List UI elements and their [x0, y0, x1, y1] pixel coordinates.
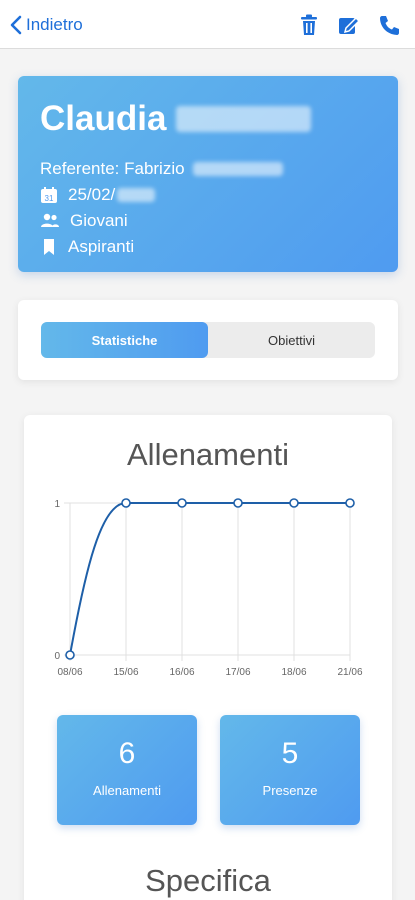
x-tick-label: 15/06: [113, 667, 138, 678]
y-tick-label: 1: [54, 499, 60, 510]
referente-label: Referente: Fabrizio: [40, 159, 185, 178]
referente-surname-redacted: [192, 162, 283, 176]
tab-statistiche[interactable]: Statistiche: [41, 322, 208, 358]
attendance-count: 5: [281, 737, 299, 770]
data-point: [233, 498, 243, 508]
trainings-count-tile: 6 Allenamenti: [57, 715, 197, 825]
birth-date-row: 31 25/02/: [40, 182, 376, 208]
back-label: Indietro: [26, 15, 83, 34]
x-tick-label: 17/06: [225, 667, 250, 678]
referente-row: Referente: Fabrizio: [40, 156, 376, 182]
birth-date: 25/02/: [68, 185, 116, 204]
attendance-count-tile: 5 Presenze: [220, 715, 360, 825]
edit-icon: [339, 16, 360, 34]
top-bar: Indietro: [0, 0, 415, 49]
data-point: [177, 498, 187, 508]
first-name: Claudia: [40, 99, 167, 138]
chart-title: Allenamenti: [127, 437, 289, 472]
stats-card: Allenamenti 0 1 08/06 15/06 16/06 17/06 18/06 2…: [24, 415, 392, 900]
profile-card: Claudia Referente: Fabrizio 31 25/02/ Gi…: [18, 76, 398, 272]
birth-year-redacted: [117, 188, 156, 202]
category-label: Aspiranti: [68, 237, 135, 256]
group-label: Giovani: [70, 211, 128, 230]
athlete-name: Claudia: [40, 96, 376, 142]
tab-obiettivi[interactable]: Obiettivi: [208, 322, 375, 358]
surname-redacted: [176, 106, 312, 132]
data-point: [345, 498, 355, 508]
x-tick-label: 18/06: [281, 667, 306, 678]
tabs-card: Statistiche Obiettivi: [18, 300, 398, 380]
group-row: Giovani: [40, 208, 376, 234]
svg-text:31: 31: [45, 194, 54, 203]
segmented-control: Statistiche Obiettivi: [41, 322, 375, 358]
trainings-count-label: Allenamenti: [93, 783, 161, 798]
phone-icon: [380, 16, 399, 35]
section-title: Specifica: [145, 863, 271, 898]
series-line: [69, 502, 350, 656]
trash-icon: [301, 14, 317, 35]
calendar-icon: 31: [41, 187, 57, 203]
delete-button[interactable]: [295, 12, 323, 38]
data-point: [121, 498, 131, 508]
trainings-line-chart: 0 1 08/06 15/06 16/06 17/06 18/06 21/06: [54, 498, 363, 678]
chevron-left-icon: [10, 15, 22, 35]
call-button[interactable]: [375, 12, 403, 38]
edit-button[interactable]: [335, 12, 363, 38]
bookmark-icon: [44, 239, 54, 255]
data-point: [289, 498, 299, 508]
x-tick-label: 08/06: [57, 667, 82, 678]
x-tick-label: 21/06: [337, 667, 362, 678]
attendance-count-label: Presenze: [262, 783, 318, 798]
data-point: [65, 650, 75, 660]
y-tick-label: 0: [54, 651, 60, 662]
back-button[interactable]: Indietro: [10, 12, 83, 38]
x-tick-label: 16/06: [169, 667, 194, 678]
category-row: Aspiranti: [40, 234, 376, 260]
trainings-count: 6: [118, 737, 136, 770]
group-icon: [41, 213, 59, 227]
